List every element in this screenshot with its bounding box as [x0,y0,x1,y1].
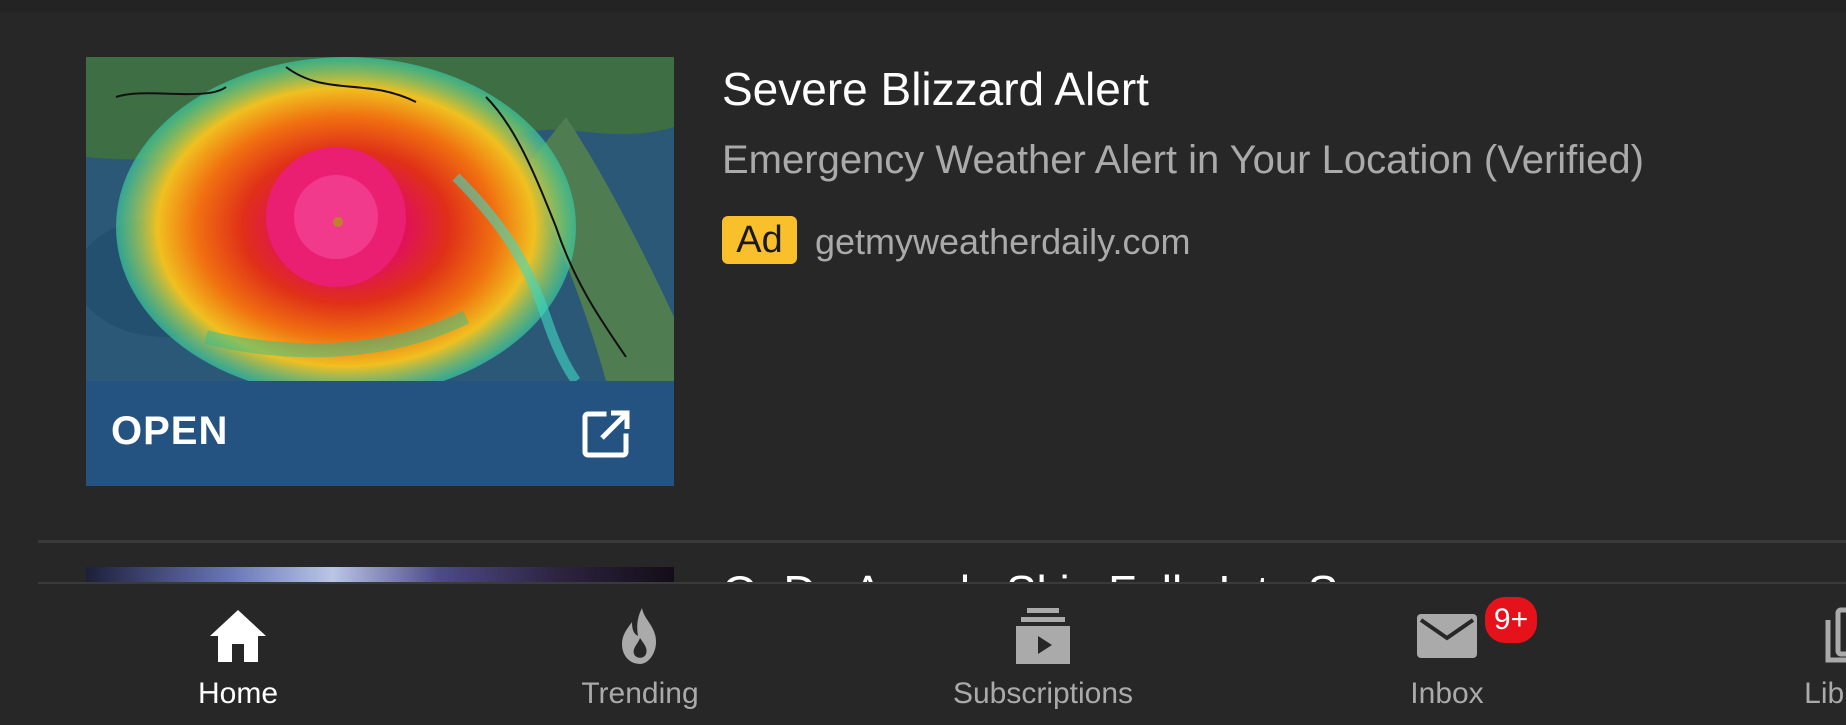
ad-subtitle: Emergency Weather Alert in Your Location… [722,138,1644,182]
flame-icon [622,608,656,664]
ad-domain: getmyweatherdaily.com [815,221,1191,262]
nav-library[interactable]: Library [1700,584,1846,725]
next-video-item[interactable]: Q: Do Angels Skip Falls Into S... [0,543,1846,583]
nav-library-label: Library [1804,677,1846,710]
nav-subscriptions[interactable]: Subscriptions [893,584,1193,725]
mail-icon [1417,614,1477,658]
subscriptions-icon [1016,608,1070,664]
nav-trending-label: Trending [581,677,699,710]
nav-home-label: Home [197,677,279,710]
ad-card[interactable]: OPEN Severe Blizzard Alert Emergency Wea… [0,0,1846,545]
open-label: OPEN [111,409,229,453]
next-video-title[interactable]: Q: Do Angels Skip Falls Into S... [722,565,1377,583]
bottom-navigation: Home Trending Subscriptions 9+ Inbox Lib… [0,584,1846,725]
nav-trending[interactable]: Trending [490,584,790,725]
open-in-new-icon [582,410,630,458]
inbox-notification-badge: 9+ [1482,594,1540,646]
library-icon [1825,607,1846,663]
nav-inbox-label: Inbox [1410,677,1484,710]
ad-title[interactable]: Severe Blizzard Alert [722,62,1149,116]
ad-thumbnail-hurricane-radar[interactable] [86,57,674,381]
open-ad-button[interactable]: OPEN [86,381,674,486]
ad-badge: Ad [722,216,797,264]
nav-subscriptions-label: Subscriptions [952,677,1134,710]
home-icon [210,610,266,662]
next-video-thumbnail[interactable] [86,567,674,583]
nav-home[interactable]: Home [88,584,388,725]
radar-image [86,57,674,381]
nav-inbox[interactable]: 9+ Inbox [1297,584,1597,725]
